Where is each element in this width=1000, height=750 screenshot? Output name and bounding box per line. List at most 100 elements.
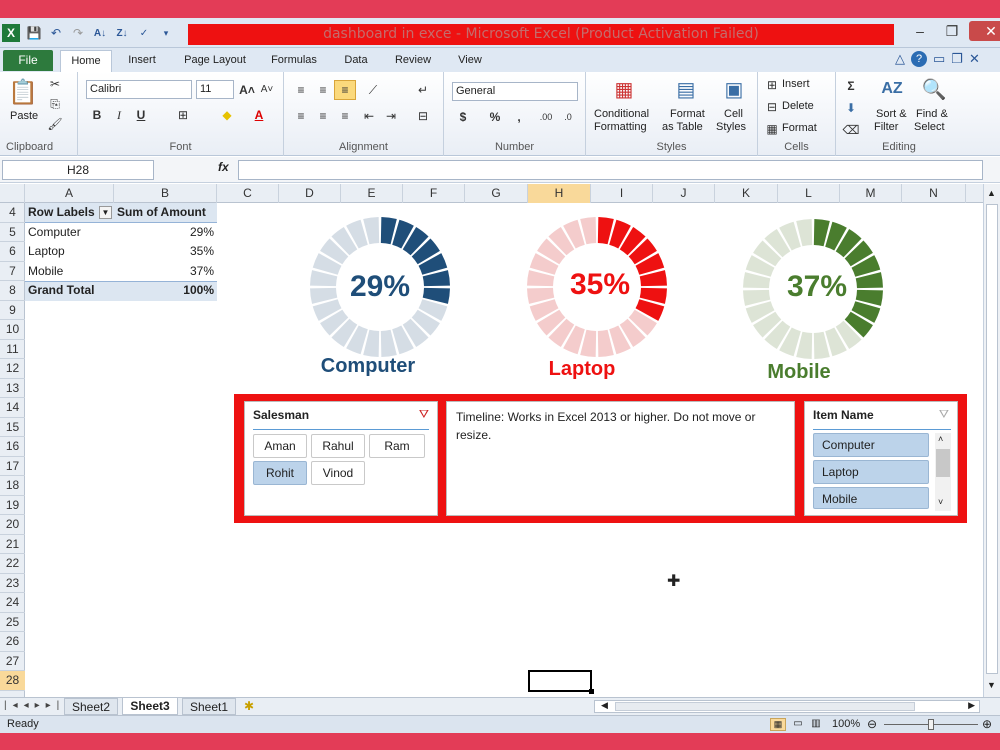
sheet-tab[interactable]: Sheet1 bbox=[182, 698, 236, 715]
minimize-ribbon-icon[interactable]: △ bbox=[895, 51, 905, 67]
normal-view-icon[interactable]: ▦ bbox=[770, 718, 786, 731]
pivot-row-labels-header[interactable]: Row Labels bbox=[28, 203, 95, 223]
tab-page-layout[interactable]: Page Layout bbox=[176, 50, 254, 72]
column-header[interactable]: J bbox=[653, 184, 715, 203]
salesman-option[interactable]: Ram bbox=[369, 434, 425, 458]
fill-color-icon[interactable]: ◆ bbox=[218, 106, 236, 124]
item-name-option[interactable]: Computer bbox=[813, 433, 929, 457]
align-top-icon[interactable]: ≡ bbox=[292, 82, 310, 98]
pivot-row-value[interactable]: 35% bbox=[114, 242, 214, 262]
conditional-label[interactable]: Conditional bbox=[594, 108, 649, 120]
row-header[interactable]: 14 bbox=[0, 398, 25, 418]
column-header[interactable]: M bbox=[840, 184, 902, 203]
column-header[interactable]: A bbox=[25, 184, 114, 203]
align-middle-icon[interactable]: ≡ bbox=[314, 82, 332, 98]
pivot-row-label[interactable]: Laptop bbox=[28, 242, 65, 262]
row-header[interactable]: 27 bbox=[0, 652, 25, 671]
scroll-thumb[interactable] bbox=[615, 702, 915, 711]
row-header[interactable]: 15 bbox=[0, 418, 25, 437]
format-painter-icon[interactable]: 🖌 bbox=[46, 116, 64, 132]
cell-styles-label[interactable]: Styles bbox=[716, 121, 746, 133]
row-header[interactable]: 24 bbox=[0, 593, 25, 613]
grow-font-icon[interactable]: A˄ bbox=[238, 80, 256, 99]
redo-icon[interactable]: ↷ bbox=[70, 25, 86, 41]
decrease-decimal-icon[interactable]: .0 bbox=[558, 108, 578, 126]
format-table-label[interactable]: Format bbox=[670, 108, 705, 120]
slicer-scrollbar[interactable]: ˄ ˅ bbox=[935, 433, 951, 511]
delete-cells-icon[interactable]: ⊟ bbox=[764, 100, 780, 114]
underline-icon[interactable]: U bbox=[132, 106, 150, 124]
pivot-row-value[interactable]: 37% bbox=[114, 262, 214, 282]
clear-icon[interactable]: ⌫ bbox=[842, 122, 860, 138]
pivot-row-label[interactable]: Computer bbox=[28, 223, 81, 243]
row-header[interactable]: 13 bbox=[0, 379, 25, 398]
pivot-total-label[interactable]: Grand Total bbox=[28, 281, 94, 301]
row-header[interactable]: 9 bbox=[0, 301, 25, 320]
column-header[interactable]: H bbox=[528, 184, 591, 203]
row-header[interactable]: 20 bbox=[0, 515, 25, 535]
sheet-nav-icon[interactable]: |◂◂▸▸| bbox=[4, 700, 65, 711]
comma-icon[interactable]: , bbox=[510, 108, 528, 126]
tab-insert[interactable]: Insert bbox=[118, 50, 166, 72]
spelling-icon[interactable]: ✓ bbox=[136, 25, 152, 41]
pivot-sum-header[interactable]: Sum of Amount bbox=[117, 203, 206, 223]
wrap-text-icon[interactable]: ↵ bbox=[414, 82, 432, 98]
salesman-option[interactable]: Aman bbox=[253, 434, 307, 458]
restore-icon[interactable]: ❐ bbox=[937, 21, 967, 41]
scroll-thumb[interactable] bbox=[986, 204, 998, 674]
increase-indent-icon[interactable]: ⇥ bbox=[382, 108, 400, 124]
find-select-icon[interactable]: 🔍 bbox=[920, 76, 948, 102]
name-box[interactable]: H28 bbox=[2, 160, 154, 180]
horizontal-scrollbar[interactable]: ◀ ▶ bbox=[594, 700, 980, 713]
orientation-icon[interactable]: ⟋ bbox=[362, 82, 384, 98]
column-header[interactable]: C bbox=[217, 184, 279, 203]
select-label[interactable]: Select bbox=[914, 121, 945, 133]
tab-file[interactable]: File bbox=[3, 50, 53, 71]
timeline-placeholder[interactable]: Timeline: Works in Excel 2013 or higher.… bbox=[446, 401, 795, 516]
tab-home[interactable]: Home bbox=[60, 50, 112, 72]
autosum-icon[interactable]: Σ bbox=[842, 78, 860, 94]
sort-descending-icon[interactable]: Z↓ bbox=[114, 25, 130, 41]
align-center-icon[interactable]: ≡ bbox=[314, 108, 332, 124]
copy-icon[interactable]: ⎘ bbox=[46, 96, 64, 112]
delete-cells-label[interactable]: Delete bbox=[782, 100, 814, 112]
select-all-corner[interactable] bbox=[0, 184, 25, 203]
column-header[interactable]: I bbox=[591, 184, 653, 203]
page-layout-view-icon[interactable]: ▭ bbox=[790, 718, 806, 731]
scroll-thumb[interactable] bbox=[936, 449, 950, 477]
shrink-font-icon[interactable]: A˅ bbox=[258, 80, 276, 99]
format-cells-label[interactable]: Format bbox=[782, 122, 817, 134]
doc-restore-icon[interactable]: ❐ bbox=[951, 51, 963, 67]
tab-review[interactable]: Review bbox=[386, 50, 440, 72]
row-header[interactable]: 22 bbox=[0, 554, 25, 574]
doc-minimize-icon[interactable]: ▭ bbox=[933, 51, 945, 67]
vertical-scrollbar[interactable]: ▲ ▼ bbox=[983, 184, 1000, 697]
row-header[interactable]: 21 bbox=[0, 535, 25, 554]
column-header[interactable]: N bbox=[902, 184, 966, 203]
fill-handle[interactable] bbox=[589, 689, 594, 694]
save-icon[interactable]: 💾 bbox=[26, 25, 42, 41]
sheet-tab-active[interactable]: Sheet3 bbox=[122, 698, 178, 715]
sort-label[interactable]: Sort & bbox=[876, 108, 907, 120]
number-format-select[interactable]: General bbox=[452, 82, 578, 101]
row-header[interactable]: 5 bbox=[0, 223, 25, 242]
minimize-icon[interactable]: – bbox=[905, 21, 935, 41]
row-header[interactable]: 28 bbox=[0, 671, 25, 691]
row-header[interactable]: 11 bbox=[0, 340, 25, 359]
row-header[interactable]: 17 bbox=[0, 457, 25, 476]
page-break-view-icon[interactable]: ▥ bbox=[808, 718, 824, 731]
align-right-icon[interactable]: ≡ bbox=[336, 108, 354, 124]
column-header[interactable]: K bbox=[715, 184, 778, 203]
as-table-label[interactable]: as Table bbox=[662, 121, 703, 133]
font-size-select[interactable]: 11 bbox=[196, 80, 234, 99]
row-header[interactable]: 4 bbox=[0, 203, 25, 223]
cell-styles-icon[interactable]: ▣ bbox=[720, 76, 748, 102]
salesman-option[interactable]: Vinod bbox=[311, 461, 365, 485]
merge-center-icon[interactable]: ⊟ bbox=[414, 108, 432, 124]
paste-icon[interactable]: 📋 bbox=[8, 76, 38, 108]
item-name-option[interactable]: Mobile bbox=[813, 487, 929, 509]
filter-label[interactable]: Filter bbox=[874, 121, 898, 133]
help-icon[interactable]: ? bbox=[911, 51, 927, 67]
tab-formulas[interactable]: Formulas bbox=[262, 50, 326, 72]
salesman-option-selected[interactable]: Rohit bbox=[253, 461, 307, 485]
